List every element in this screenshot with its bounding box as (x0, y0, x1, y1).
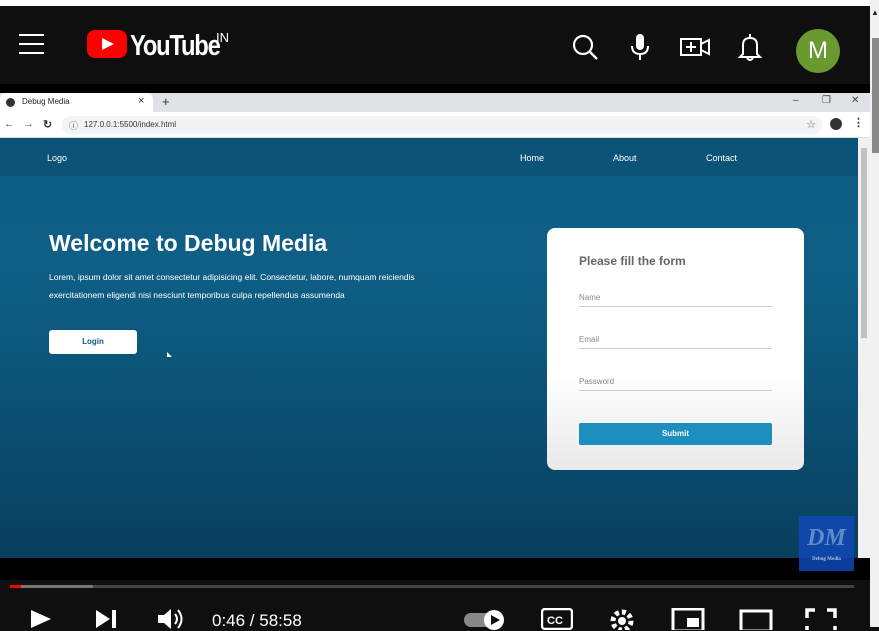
bookmark-star-icon: ☆ (806, 119, 816, 131)
recorded-browser-window: Debug Media × + – ❐ ✕ ← → ↻ ⓘ 127.0.0.1:… (0, 93, 870, 558)
reload-icon: ↻ (43, 119, 53, 131)
more-menu-icon: ⋮ (853, 117, 864, 129)
tab-title: Debug Media (22, 97, 70, 106)
scroll-up-icon[interactable]: ▲ (871, 8, 879, 17)
form-email-field: Email (579, 335, 772, 349)
form-submit-button: Submit (579, 423, 772, 445)
restore-icon: ❐ (822, 95, 831, 106)
address-bar: ← → ↻ ⓘ 127.0.0.1:5500/index.html ☆ ⋮ (0, 112, 870, 138)
back-icon: ← (4, 118, 15, 130)
player-controls: 0:46 / 58:58 CC (0, 580, 870, 630)
minimize-icon: – (793, 95, 799, 106)
browser-tab: Debug Media × (0, 93, 153, 112)
window-close-icon: ✕ (851, 95, 860, 106)
notifications-bell-icon[interactable] (735, 32, 765, 62)
channel-watermark[interactable]: DM Debug Media (799, 516, 854, 571)
create-video-icon[interactable] (680, 32, 710, 62)
progress-bar[interactable] (10, 585, 854, 588)
menu-icon[interactable] (19, 34, 44, 54)
url-box: ⓘ 127.0.0.1:5500/index.html ☆ (62, 116, 822, 134)
microphone-icon[interactable] (625, 32, 655, 62)
site-nav-about: About (613, 153, 637, 163)
globe-icon (6, 98, 15, 107)
youtube-logo-icon[interactable] (87, 30, 127, 58)
svg-text:CC: CC (547, 615, 563, 627)
watermark-caption: Debug Media (812, 557, 841, 562)
info-icon: ⓘ (69, 121, 79, 131)
form-password-field: Password (579, 377, 772, 391)
recorded-scrollbar (858, 138, 870, 558)
played-bar (10, 585, 21, 588)
site-form-card: Please fill the form Name Email Password… (547, 228, 804, 470)
youtube-wordmark[interactable]: YouTube (130, 30, 221, 63)
avatar[interactable]: M (796, 29, 840, 73)
form-name-field: Name (579, 293, 772, 307)
site-nav-contact: Contact (706, 153, 738, 163)
video-player[interactable]: Debug Media × + – ❐ ✕ ← → ↻ ⓘ 127.0.0.1:… (0, 84, 870, 580)
new-tab-icon: + (162, 94, 170, 109)
country-code: IN (216, 30, 229, 45)
watermark-letters: DM (807, 525, 846, 551)
site-nav-home: Home (520, 153, 545, 163)
page-scrollbar-thumb[interactable] (872, 38, 879, 153)
mouse-cursor-icon (167, 352, 172, 357)
profile-icon (830, 118, 842, 130)
tab-close-icon: × (138, 95, 145, 107)
form-title: Please fill the form (579, 254, 686, 268)
youtube-header: YouTube IN M (0, 6, 870, 84)
search-icon[interactable] (570, 32, 600, 62)
site-heading: Welcome to Debug Media (49, 230, 328, 256)
website-viewport: Logo Home About Contact Welcome to Debug… (0, 138, 858, 558)
site-logo: Logo (47, 153, 68, 163)
buffered-bar (10, 585, 93, 588)
url-text: 127.0.0.1:5500/index.html (84, 120, 177, 129)
site-login-button: Login (49, 330, 137, 354)
page-scrollbar[interactable]: ▲ (870, 0, 879, 627)
forward-icon: → (23, 118, 34, 130)
site-paragraph: Lorem, ipsum dolor sit amet consectetur … (49, 272, 415, 300)
time-display: 0:46 / 58:58 (212, 611, 302, 630)
browser-tabbar: Debug Media × + – ❐ ✕ (0, 93, 870, 112)
